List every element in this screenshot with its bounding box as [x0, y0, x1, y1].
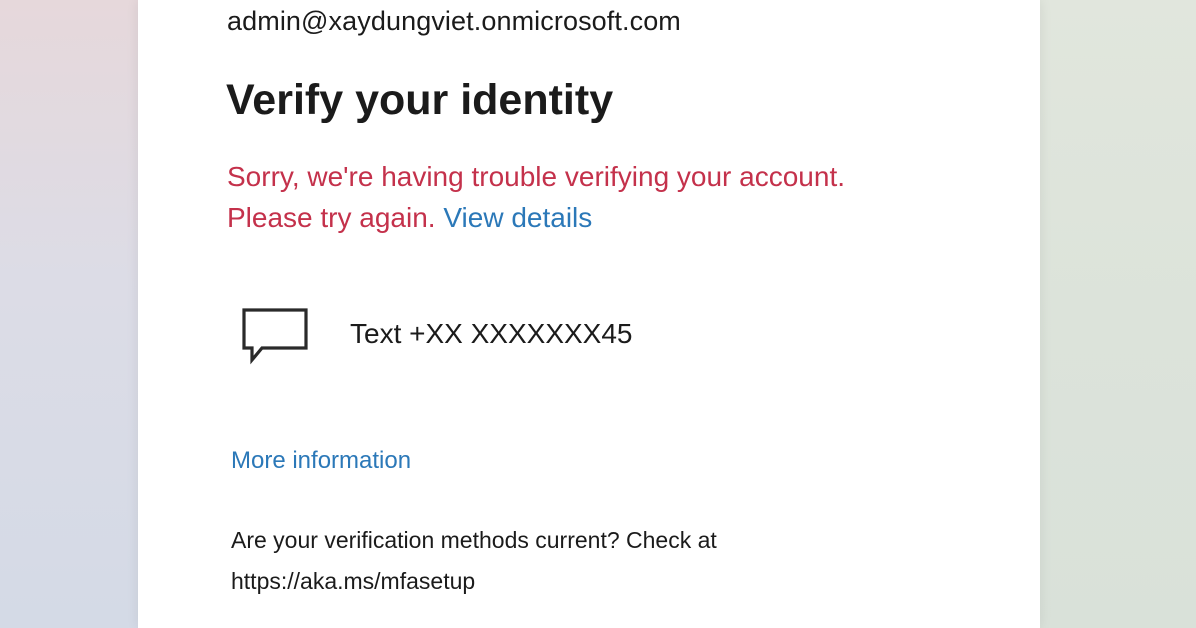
error-message: Sorry, we're having trouble verifying yo… [227, 156, 947, 238]
view-details-link[interactable]: View details [443, 202, 592, 233]
account-email: admin@xaydungviet.onmicrosoft.com [227, 6, 681, 36]
background-right [1036, 0, 1196, 628]
verification-method-label: Text +XX XXXXXXX45 [350, 318, 633, 349]
verification-methods-note: Are your verification methods current? C… [231, 520, 871, 602]
page-title: Verify your identity [226, 76, 614, 124]
background-left [0, 0, 140, 628]
error-line-1: Sorry, we're having trouble verifying yo… [227, 161, 846, 192]
more-information-link[interactable]: More information [231, 447, 411, 475]
mfa-setup-url: https://aka.ms/mfasetup [231, 568, 476, 594]
message-bubble-icon [240, 304, 310, 368]
note-line-1: Are your verification methods current? C… [231, 527, 717, 553]
error-line-2: Please try again. [227, 202, 436, 233]
verification-method-text[interactable]: Text +XX XXXXXXX45 [240, 304, 740, 368]
